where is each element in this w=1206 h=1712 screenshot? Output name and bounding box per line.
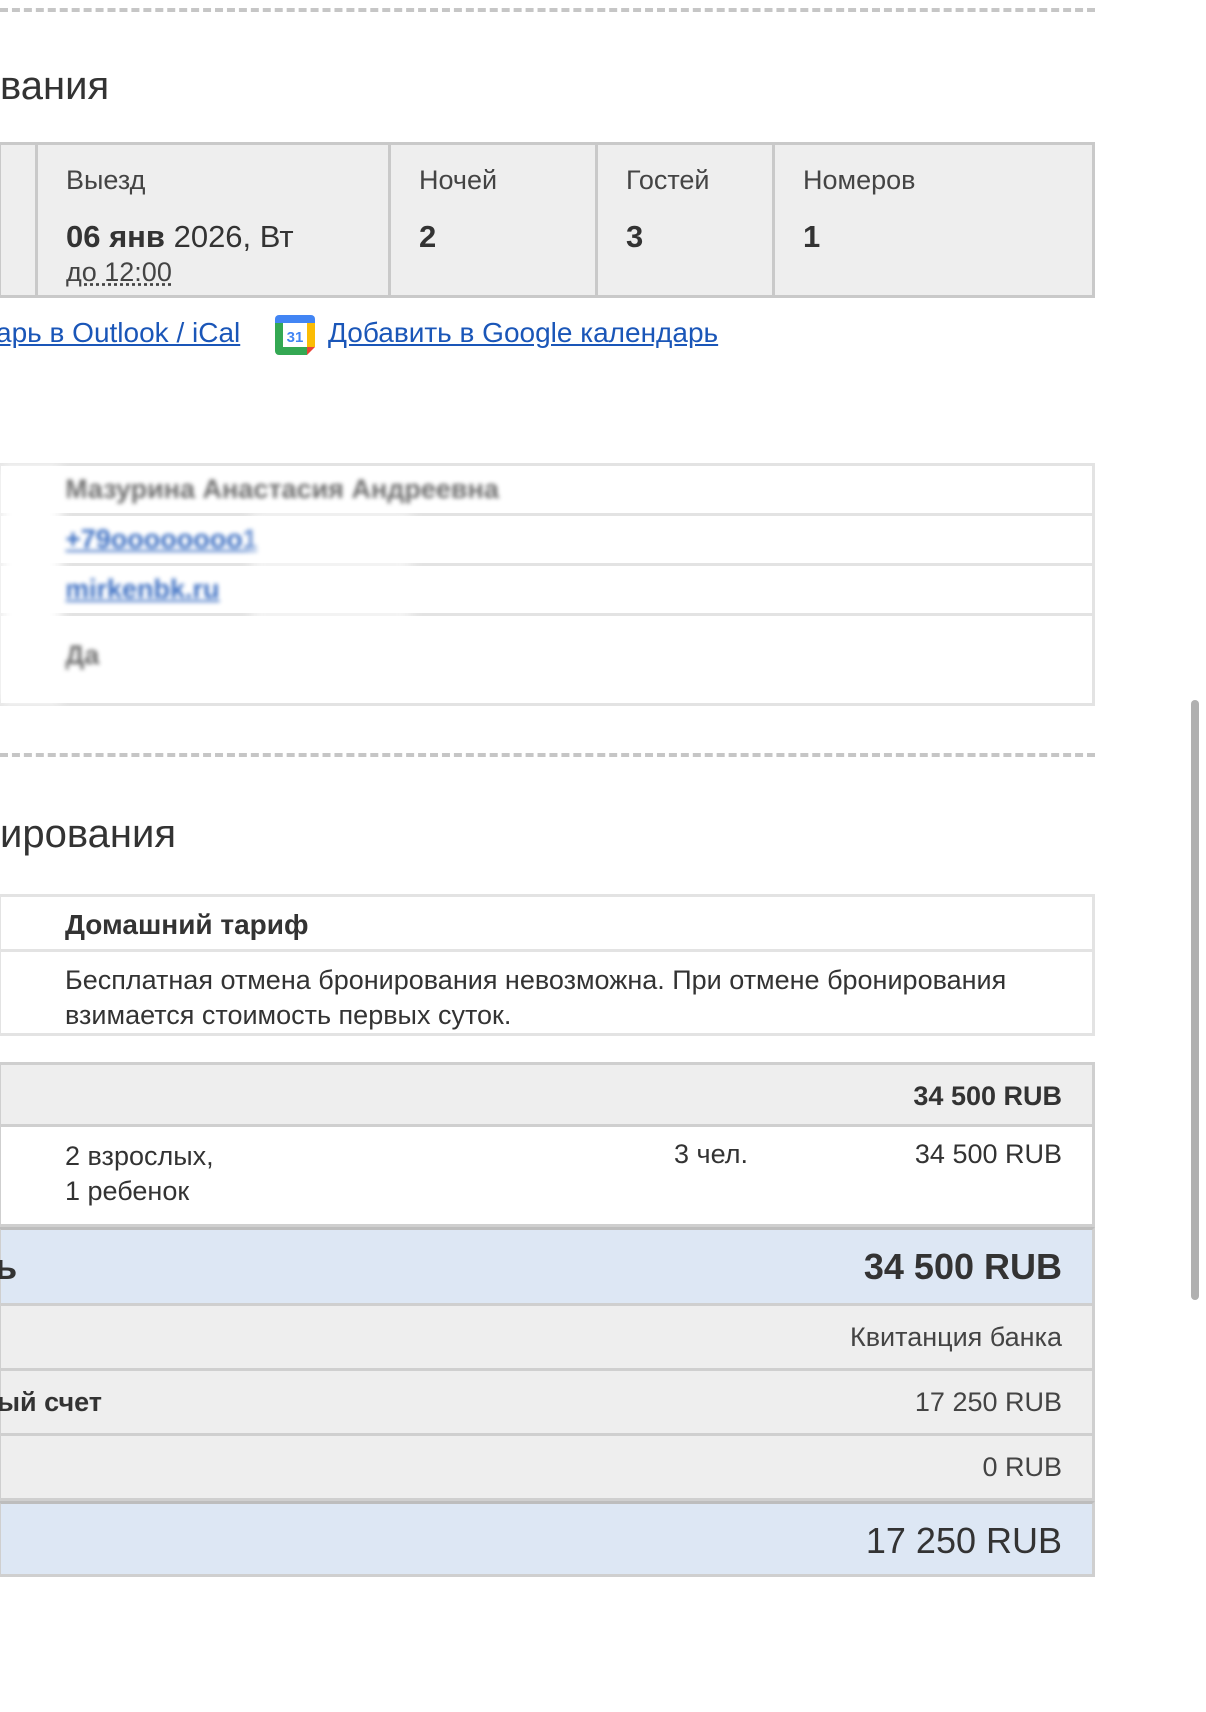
google-calendar-icon[interactable]: 31: [273, 313, 317, 357]
total-label: ь: [0, 1246, 18, 1287]
guest-details-table: Мазурина Анастасия Андреевна +79оооооооо…: [0, 463, 1095, 706]
paid-label: ı: [0, 1452, 3, 1483]
guest-name-row: Мазурина Анастасия Андреевна: [1, 466, 1092, 516]
room-total-row: 34 500 RUB: [0, 1062, 1095, 1127]
checkout-cell: Выезд 06 янв 2026, Вт до 12:00: [35, 145, 358, 295]
total-row: ь 34 500 RUB: [0, 1227, 1095, 1306]
rooms-cell: Номеров 1: [772, 145, 1095, 295]
guests-cell: Гостей 3: [595, 145, 773, 295]
guests-count: 3 чел.: [674, 1139, 748, 1169]
deposit-label: ый счет: [0, 1387, 103, 1417]
add-to-outlook-link[interactable]: арь в Outlook / iCal: [0, 317, 240, 349]
rooms-label: Номеров: [803, 165, 916, 195]
total-price: 34 500 RUB: [863, 1246, 1062, 1287]
checkout-year-weekday: 2026, Вт: [164, 219, 294, 254]
guests-price: 34 500 RUB: [914, 1139, 1062, 1169]
redaction-overlay: [251, 510, 411, 660]
deposit-amount: 17 250 RUB: [914, 1387, 1062, 1417]
payment-method: Квитанция банка: [849, 1322, 1062, 1352]
checkout-day: 06 янв: [66, 219, 165, 254]
stay-section-title: вания: [0, 64, 110, 108]
checkout-date: 06 янв 2026, Вт: [66, 219, 294, 255]
stay-details-table: Выезд 06 янв 2026, Вт до 12:00 Ночей 2 Г…: [0, 142, 1095, 298]
nights-value: 2: [419, 219, 437, 254]
checkout-time: до 12:00: [66, 257, 172, 287]
deposit-row: ый счет 17 250 RUB: [0, 1371, 1095, 1436]
rate-table: Домашний тариф Бесплатная отмена брониро…: [0, 894, 1095, 1036]
guest-comment-row: Да: [1, 616, 1092, 703]
amount-due-row: 17 250 RUB: [0, 1501, 1095, 1577]
room-total-price: 34 500 RUB: [913, 1081, 1062, 1111]
guest-comment: Да: [65, 640, 100, 670]
redaction-overlay: [1, 466, 61, 703]
add-to-google-calendar-link[interactable]: Добавить в Google календарь: [328, 317, 718, 349]
guests-value: 3: [626, 219, 644, 254]
guest-phone-row: +79оооооооо1: [1, 516, 1092, 566]
guests-label: Гостей: [626, 165, 710, 195]
rate-separator: [1, 949, 1092, 952]
rooms-value: 1: [803, 219, 821, 254]
nights-label: Ночей: [419, 165, 498, 195]
guest-email-row: mirkenbk.ru: [1, 566, 1092, 616]
google-calendar-day: 31: [287, 329, 304, 346]
rate-cancellation-policy: Бесплатная отмена бронирования невозможн…: [65, 965, 1007, 1030]
rate-name: Домашний тариф: [65, 909, 309, 940]
amount-due: 17 250 RUB: [865, 1520, 1062, 1561]
checkout-label: Выезд: [66, 165, 146, 195]
paid-amount: 0 RUB: [982, 1452, 1062, 1482]
booking-section-title: ирования: [0, 812, 176, 856]
nights-cell: Ночей 2: [388, 145, 596, 295]
middle-divider: [0, 753, 1095, 757]
guest-name: Мазурина Анастасия Андреевна: [65, 474, 499, 504]
scrollbar-thumb[interactable]: [1191, 700, 1199, 1300]
paid-row: ı 0 RUB: [0, 1436, 1095, 1501]
top-divider: [0, 8, 1095, 12]
guests-price-row: 2 взрослых, 1 ребенок 3 чел. 34 500 RUB: [0, 1127, 1095, 1227]
guests-composition: 2 взрослых, 1 ребенок: [65, 1141, 214, 1206]
guest-email-link[interactable]: mirkenbk.ru: [65, 574, 220, 605]
guest-phone-link[interactable]: +79оооооооо1: [65, 524, 258, 555]
payment-method-row: Квитанция банка: [0, 1306, 1095, 1371]
